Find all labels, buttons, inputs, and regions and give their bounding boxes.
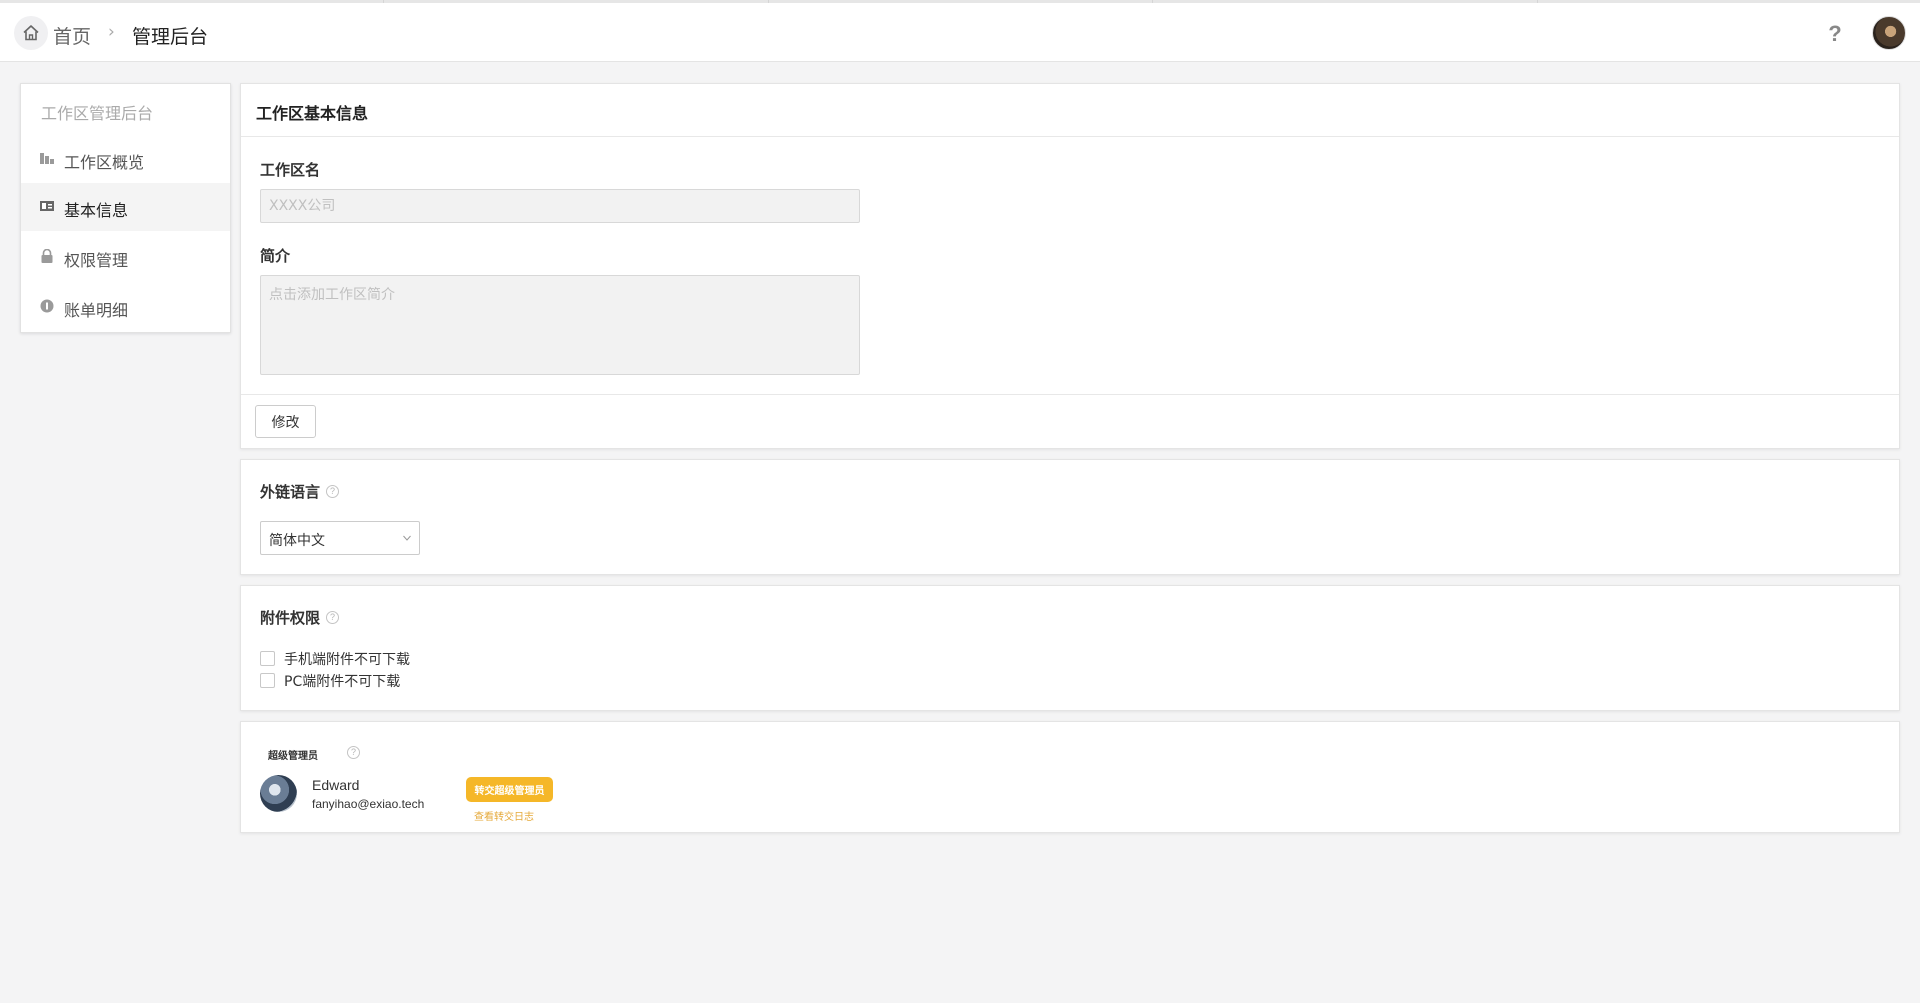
checkbox-label: 手机端附件不可下载: [284, 652, 410, 668]
card-title: 工作区基本信息: [241, 84, 1899, 137]
intro-label: 简介: [260, 247, 291, 265]
home-icon: [23, 25, 39, 41]
intro-textarea[interactable]: [260, 275, 860, 375]
checkbox-label: PC端附件不可下载: [284, 674, 401, 690]
language-select-value: 简体中文: [269, 533, 325, 549]
sidebar-title: 工作区管理后台: [41, 104, 154, 123]
admin-email: fanyihao@exiao.tech: [312, 797, 425, 811]
breadcrumb-separator: ›: [108, 22, 115, 42]
sidebar-item-permissions[interactable]: 权限管理: [21, 233, 230, 281]
help-icon[interactable]: ?: [326, 485, 339, 498]
transfer-log-link[interactable]: 查看转交日志: [474, 808, 534, 823]
super-admin-title: 超级管理员: [268, 751, 318, 762]
sidebar-item-basic-info[interactable]: 基本信息: [21, 183, 230, 231]
pc-download-checkbox[interactable]: [260, 673, 275, 688]
help-icon[interactable]: ?: [347, 746, 360, 759]
link-language-title: 外链语言: [260, 483, 321, 501]
admin-sidebar: 工作区管理后台 工作区概览 基本信息 权限管理 账单明细: [20, 83, 231, 333]
top-header: 首页 › 管理后台 ?: [0, 3, 1920, 62]
breadcrumb-current: 管理后台: [132, 26, 209, 48]
basic-info-card: 工作区基本信息 工作区名 简介 修改: [240, 83, 1900, 449]
id-card-icon: [40, 201, 54, 211]
user-avatar[interactable]: [1872, 16, 1906, 50]
admin-name: Edward: [312, 777, 360, 793]
link-language-card: 外链语言 ? 简体中文: [240, 459, 1900, 575]
transfer-super-admin-button[interactable]: 转交超级管理员: [466, 777, 553, 802]
bar-chart-icon: [40, 153, 54, 164]
breadcrumb-home[interactable]: 首页: [53, 22, 91, 49]
language-select[interactable]: 简体中文: [260, 521, 420, 555]
sidebar-item-label: 基本信息: [64, 201, 129, 220]
card-footer: 修改: [241, 394, 1899, 448]
sidebar-item-label: 账单明细: [64, 301, 129, 320]
home-button[interactable]: [14, 16, 48, 50]
mobile-download-checkbox[interactable]: [260, 651, 275, 666]
modify-button[interactable]: 修改: [255, 405, 316, 438]
sidebar-item-billing[interactable]: 账单明细: [21, 283, 230, 331]
sidebar-item-label: 工作区概览: [64, 153, 145, 172]
help-icon[interactable]: ?: [326, 611, 339, 624]
attachment-permission-card: 附件权限 ? 手机端附件不可下载 PC端附件不可下载: [240, 585, 1900, 711]
workspace-name-input[interactable]: [260, 189, 860, 223]
coin-icon: [40, 299, 54, 313]
help-icon[interactable]: ?: [1826, 21, 1844, 46]
lock-icon: [41, 249, 53, 263]
super-admin-card: 超级管理员 ? Edward fanyihao@exiao.tech 转交超级管…: [240, 721, 1900, 833]
chevron-down-icon: [403, 535, 411, 541]
workspace-name-label: 工作区名: [260, 161, 321, 179]
sidebar-item-overview[interactable]: 工作区概览: [21, 135, 230, 183]
attachment-permission-title: 附件权限: [260, 609, 321, 627]
sidebar-item-label: 权限管理: [64, 251, 129, 270]
avatar: [260, 775, 297, 812]
